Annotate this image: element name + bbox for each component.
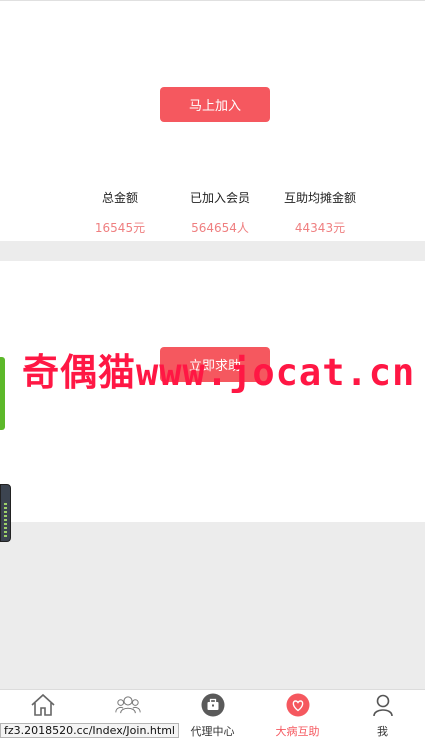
page: 马上加入 总金额 16545元 已加入会员 564654人 互助均摊金额 443… <box>0 0 425 738</box>
side-widget-meter <box>4 503 7 537</box>
briefcase-icon <box>200 693 226 717</box>
join-now-button[interactable]: 马上加入 <box>160 87 270 122</box>
stat-value: 44343元 <box>294 221 346 235</box>
side-float-tab[interactable] <box>0 357 5 430</box>
stat-shared-amount: 互助均摊金额 44343元 <box>260 189 380 236</box>
stat-label: 互助均摊金额 <box>283 191 356 205</box>
person-icon <box>370 693 396 717</box>
side-widget[interactable] <box>0 484 11 542</box>
watermark-overlay: 奇偶猫www.jocat.cn <box>22 351 416 394</box>
heart-icon <box>285 693 311 717</box>
tab-label: 代理中心 <box>190 725 235 738</box>
tab-label: 大病互助 <box>275 725 320 738</box>
status-url-tooltip: fz3.2018520.cc/Index/Join.html <box>0 723 179 738</box>
tab-label: 我 <box>377 725 388 738</box>
tab-me[interactable]: 我 <box>340 690 425 738</box>
tab-illness-mutual-aid[interactable]: 大病互助 <box>255 690 340 738</box>
tab-agent-center[interactable]: 代理中心 <box>170 690 255 738</box>
home-icon <box>30 693 56 717</box>
users-icon <box>114 693 141 717</box>
